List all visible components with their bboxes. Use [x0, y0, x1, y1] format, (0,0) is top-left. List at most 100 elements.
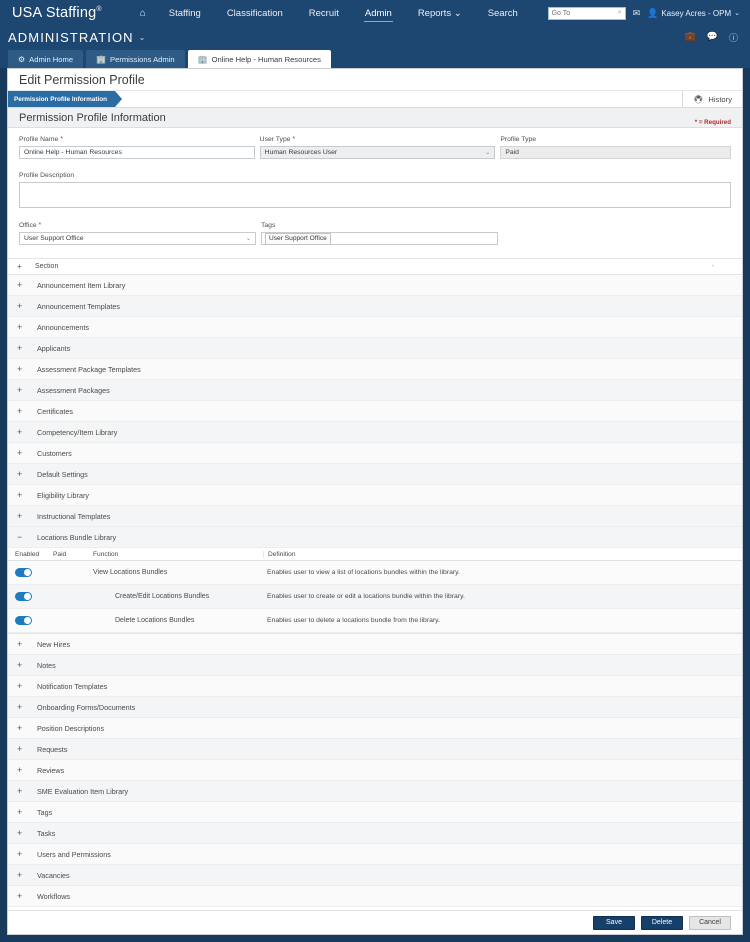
required-asterisk: * — [292, 136, 296, 143]
accordion-item-announcements[interactable]: + Announcements — [8, 317, 742, 338]
mail-icon[interactable]: ✉ — [633, 8, 641, 19]
accordion-item-label: Tags — [37, 807, 53, 817]
accordion-item-assessment-packages[interactable]: + Assessment Packages — [8, 380, 742, 401]
accordion-item-label: Notification Templates — [37, 681, 108, 691]
accordion-item-label: Workflows — [37, 891, 71, 901]
accordion-item-applicants[interactable]: + Applicants — [8, 338, 742, 359]
accordion-item-label: Tasks — [37, 828, 56, 838]
search-icon: ⌕ — [617, 9, 622, 16]
accordion-item-notification-templates[interactable]: + Notification Templates — [8, 676, 742, 697]
accordion-item-label: Reviews — [37, 765, 65, 775]
nav-link-search[interactable]: Search — [475, 3, 531, 24]
user-type-select[interactable]: Human Resources User ⌄ — [259, 146, 496, 159]
accordion-item-tasks[interactable]: + Tasks — [8, 823, 742, 844]
accordion-item-label: Announcement Item Library — [37, 280, 126, 290]
field-tags: Tags User Support Office — [261, 222, 498, 245]
user-menu[interactable]: 👤 Kasey Acres - OPM ⌄ — [647, 8, 740, 19]
accordion-item-reviews[interactable]: + Reviews — [8, 760, 742, 781]
avatar-icon: 👤 — [647, 7, 659, 18]
plus-icon: + — [17, 322, 23, 332]
accordion-item-competency-item-library[interactable]: + Competency/Item Library — [8, 422, 742, 443]
user-type-value: Human Resources User — [264, 149, 338, 156]
tags-input[interactable]: User Support Office — [261, 232, 498, 245]
briefcase-icon[interactable]: 💼 — [685, 31, 696, 44]
nav-link-home[interactable]: ⌂ — [130, 3, 156, 24]
accordion-item-new-hires[interactable]: + New Hires — [8, 634, 742, 655]
accordion-item-default-settings[interactable]: + Default Settings — [8, 464, 742, 485]
go-to-input[interactable] — [551, 9, 618, 17]
nav-link-admin[interactable]: Admin — [352, 3, 405, 24]
accordion-item-certificates[interactable]: + Certificates — [8, 401, 742, 422]
field-office: Office * User Support Office ⌄ — [19, 222, 256, 245]
plus-icon: + — [17, 765, 23, 775]
accordion-item-label: Default Settings — [37, 469, 88, 479]
save-button[interactable]: Save — [593, 915, 635, 930]
cancel-button[interactable]: Cancel — [689, 915, 731, 930]
plus-icon: + — [17, 301, 23, 311]
plus-icon: + — [17, 870, 23, 880]
profile-name-input[interactable] — [19, 146, 255, 159]
page-container: Edit Permission Profile Permission Profi… — [7, 68, 743, 935]
column-header-definition: Definition — [263, 550, 742, 558]
accordion-item-position-descriptions[interactable]: + Position Descriptions — [8, 718, 742, 739]
accordion-item-customers[interactable]: + Customers — [8, 443, 742, 464]
plus-icon: + — [17, 723, 23, 733]
collapse-all-icon[interactable]: - — [712, 263, 714, 270]
nav-link-classification[interactable]: Classification — [214, 3, 296, 24]
table-row: View Locations Bundles Enables user to v… — [8, 561, 742, 585]
accordion-item-users-and-permissions[interactable]: + Users and Permissions — [8, 844, 742, 865]
message-icon[interactable]: 💬 — [707, 31, 718, 44]
column-header-paid: Paid — [53, 550, 67, 558]
enabled-toggle[interactable] — [15, 615, 32, 625]
accordion-item-sme-evaluation-item-library[interactable]: + SME Evaluation Item Library — [8, 781, 742, 802]
field-profile-description: Profile Description — [19, 172, 731, 208]
accordion-item-notes[interactable]: + Notes — [8, 655, 742, 676]
field-label: Profile Description — [19, 172, 75, 179]
page-scroll-area[interactable]: Profile Name * User Type * Human Resourc… — [8, 128, 742, 910]
accordion-item-locations-bundle-library[interactable]: − Locations Bundle Library — [8, 527, 742, 548]
accordion-item-onboarding-forms-documents[interactable]: + Onboarding Forms/Documents — [8, 697, 742, 718]
accordion-item-label: Assessment Package Templates — [37, 364, 141, 374]
enabled-toggle[interactable] — [15, 567, 32, 577]
tab-online-help-human-resources[interactable]: 🏢 Online Help - Human Resources — [187, 50, 331, 68]
go-to-search-box[interactable]: ⌕ — [547, 6, 626, 20]
enabled-cell — [8, 588, 53, 606]
expand-all-icon[interactable]: + — [17, 262, 35, 271]
profile-description-textarea[interactable] — [19, 182, 731, 208]
enabled-cell — [8, 564, 53, 582]
accordion-item-vacancies[interactable]: + Vacancies — [8, 865, 742, 886]
nav-link-reports[interactable]: Reports ⌄ — [405, 3, 475, 24]
office-select[interactable]: User Support Office ⌄ — [19, 232, 256, 245]
accordion-item-assessment-package-templates[interactable]: + Assessment Package Templates — [8, 359, 742, 380]
field-label: Profile Name * — [19, 136, 63, 143]
accordion-item-announcement-templates[interactable]: + Announcement Templates — [8, 296, 742, 317]
building-icon: 🏢 — [96, 54, 107, 64]
nav-link-staffing[interactable]: Staffing — [156, 3, 214, 24]
accordion-item-eligibility-library[interactable]: + Eligibility Library — [8, 485, 742, 506]
accordion-item-announcement-item-library[interactable]: + Announcement Item Library — [8, 275, 742, 296]
history-button[interactable]: 🖲 History — [682, 91, 742, 107]
enabled-toggle[interactable] — [15, 591, 32, 601]
minus-icon: − — [17, 532, 23, 542]
tab-permissions-admin[interactable]: 🏢 Permissions Admin — [86, 50, 185, 68]
accordion-item-instructional-templates[interactable]: + Instructional Templates — [8, 506, 742, 527]
app-logo-text: USA Staffing — [12, 5, 97, 21]
form-row-1: Profile Name * User Type * Human Resourc… — [19, 136, 731, 159]
accordion-item-label: Users and Permissions — [37, 849, 111, 859]
accordion-item-workflows[interactable]: + Workflows — [8, 886, 742, 907]
plus-icon: + — [17, 702, 23, 712]
tab-admin-home[interactable]: ⚙ Admin Home — [8, 50, 84, 68]
chevron-down-icon[interactable]: ⌄ — [139, 33, 146, 42]
toggle-knob — [24, 592, 31, 600]
breadcrumb: Permission Profile Information 🖲 History — [8, 91, 742, 108]
help-icon[interactable]: ⓘ — [729, 31, 738, 44]
nav-link-recruit[interactable]: Recruit — [296, 3, 352, 24]
accordion-item-tags[interactable]: + Tags — [8, 802, 742, 823]
breadcrumb-item-permission-profile-information[interactable]: Permission Profile Information — [8, 91, 123, 107]
delete-button[interactable]: Delete — [641, 915, 683, 930]
definition-cell: Enables user to view a list of locations… — [267, 569, 460, 576]
breadcrumb-spacer — [115, 91, 682, 107]
accordion-item-label: Competency/Item Library — [37, 427, 118, 437]
accordion-item-requests[interactable]: + Requests — [8, 739, 742, 760]
tag-chip[interactable]: User Support Office — [265, 232, 331, 245]
